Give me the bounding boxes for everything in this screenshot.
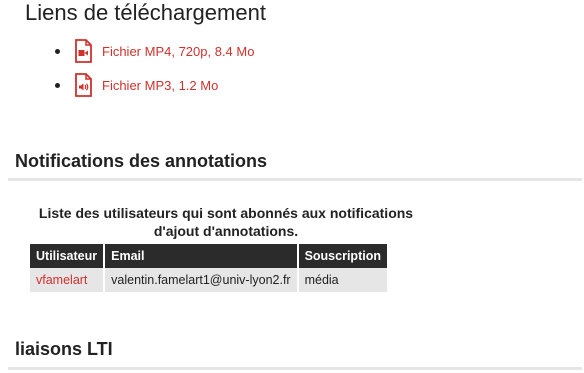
bullet	[55, 48, 60, 54]
download-mp4-link[interactable]: Fichier MP4, 720p, 8.4 Mo	[102, 44, 254, 59]
column-header-user: Utilisateur	[30, 244, 104, 268]
subscribers-caption: Liste des utilisateurs qui sont abonnés …	[38, 205, 414, 239]
video-file-icon[interactable]	[74, 39, 92, 63]
bullet	[55, 82, 60, 88]
section-divider	[8, 178, 582, 181]
section-divider	[8, 367, 582, 370]
table-row: vfamelart valentin.famelart1@univ-lyon2.…	[30, 268, 387, 292]
column-header-email: Email	[105, 244, 297, 268]
subscribers-table: Utilisateur Email Souscription vfamelart…	[28, 244, 389, 292]
download-item: Fichier MP3, 1.2 Mo	[55, 68, 254, 102]
subscription-cell: média	[298, 268, 387, 292]
user-link[interactable]: vfamelart	[30, 268, 104, 292]
table-header-row: Utilisateur Email Souscription	[30, 244, 387, 268]
downloads-list: Fichier MP4, 720p, 8.4 Mo Fichier MP3, 1…	[55, 34, 254, 102]
audio-file-icon[interactable]	[74, 73, 92, 97]
downloads-title: Liens de téléchargement	[25, 0, 266, 25]
email-cell: valentin.famelart1@univ-lyon2.fr	[105, 268, 297, 292]
download-mp3-link[interactable]: Fichier MP3, 1.2 Mo	[102, 78, 218, 93]
lti-title: liaisons LTI	[15, 339, 113, 359]
column-header-subscription: Souscription	[298, 244, 387, 268]
notifications-title: Notifications des annotations	[15, 151, 268, 171]
download-item: Fichier MP4, 720p, 8.4 Mo	[55, 34, 254, 68]
